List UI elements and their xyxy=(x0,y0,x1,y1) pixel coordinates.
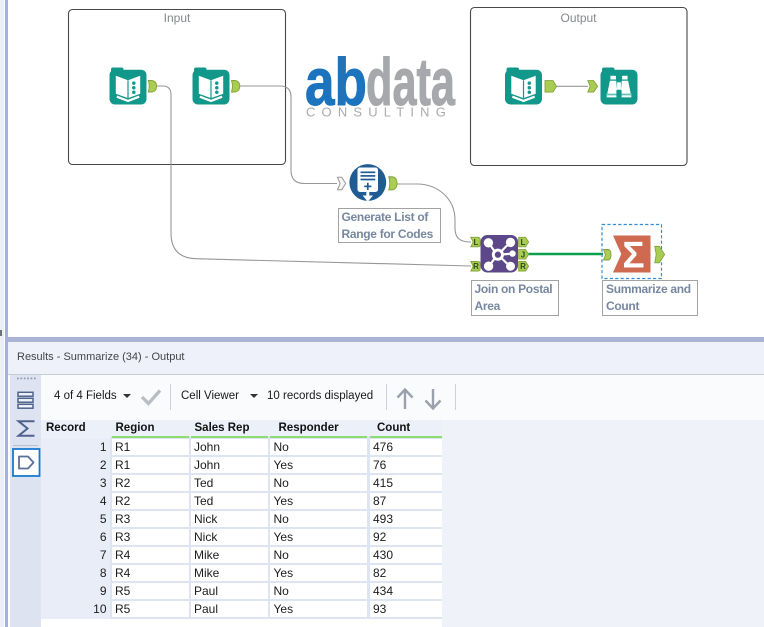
svg-text:J: J xyxy=(521,250,525,259)
svg-text:L: L xyxy=(474,238,479,247)
svg-text:Σ: Σ xyxy=(622,235,644,276)
svg-text:L: L xyxy=(521,238,526,247)
svg-text:R: R xyxy=(473,262,479,271)
svg-text:CONSULTING: CONSULTING xyxy=(306,106,452,120)
svg-text:Input: Input xyxy=(164,11,191,25)
svg-text:Output: Output xyxy=(560,11,597,25)
svg-text:R: R xyxy=(520,262,526,271)
